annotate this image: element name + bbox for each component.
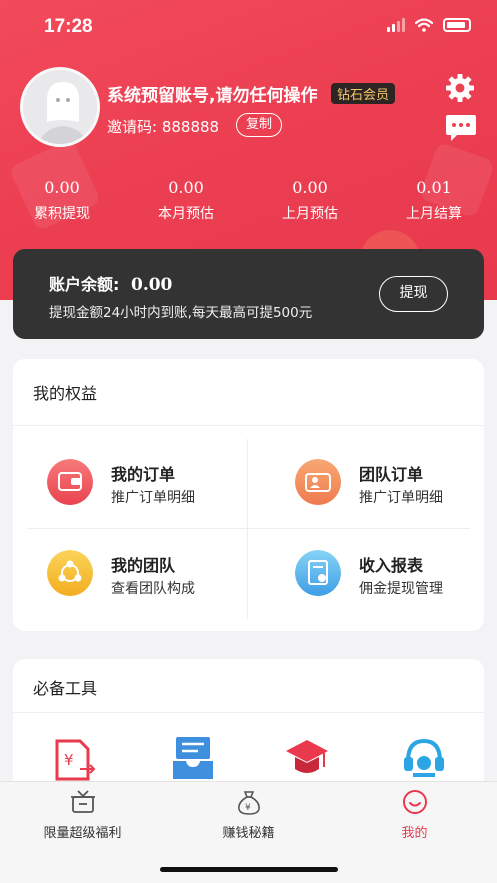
- divider: [13, 425, 484, 426]
- team-order-icon: [295, 459, 341, 505]
- wallet-icon: [47, 459, 93, 505]
- stat-value: 0.01: [416, 178, 452, 197]
- tab-label: 限量超级福利: [43, 826, 122, 841]
- stat-last-month-settled[interactable]: 0.01 上月结算: [384, 178, 484, 223]
- stats-row: 0.00 累积提现 0.00 本月预估 0.00 上月预估 0.01 上月结算: [0, 178, 497, 238]
- benefit-title: 我的订单: [111, 465, 176, 484]
- benefit-subtitle: 佣金提现管理: [359, 581, 443, 597]
- inbox-icon[interactable]: [170, 735, 216, 781]
- benefit-subtitle: 推广订单明细: [359, 490, 443, 506]
- user-name: 系统预留账号,请勿任何操作: [107, 86, 318, 106]
- status-time: 17:28: [44, 16, 93, 37]
- graduation-cap-icon[interactable]: [284, 735, 330, 781]
- balance-amount: 0.00: [130, 275, 173, 295]
- invite-code: 邀请码: 888888: [107, 118, 220, 136]
- stat-total-withdrawn[interactable]: 0.00 累积提现: [12, 178, 112, 223]
- stat-label: 累积提现: [34, 206, 90, 222]
- battery-icon: [443, 18, 471, 32]
- stat-value: 0.00: [292, 178, 328, 197]
- benefit-my-orders[interactable]: 我的订单 推广订单明细: [27, 437, 247, 527]
- benefit-subtitle: 推广订单明细: [111, 490, 195, 506]
- copy-button[interactable]: 复制: [236, 113, 283, 137]
- income-doc-icon[interactable]: ¥: [52, 735, 98, 781]
- tab-mine[interactable]: 我的: [332, 782, 497, 842]
- vip-badge: 钻石会员: [331, 83, 396, 104]
- benefit-team-orders[interactable]: 团队订单 推广订单明细: [275, 437, 495, 527]
- tab-money-tips[interactable]: ¥ 赚钱秘籍: [166, 782, 331, 842]
- svg-text:¥: ¥: [245, 803, 251, 813]
- divider: [247, 439, 248, 619]
- divider: [13, 712, 484, 713]
- stat-label: 上月结算: [406, 206, 462, 222]
- team-icon: [47, 550, 93, 596]
- wifi-icon: [415, 18, 433, 32]
- benefit-my-team[interactable]: 我的团队 查看团队构成: [27, 528, 247, 618]
- balance-label: 账户余额: 0.00: [49, 271, 172, 295]
- headset-icon[interactable]: [401, 735, 447, 781]
- report-icon: [295, 550, 341, 596]
- tab-label: 赚钱秘籍: [222, 826, 275, 841]
- tab-welfare[interactable]: 限量超级福利: [0, 782, 165, 842]
- benefits-card: 我的权益 我的订单 推广订单明细 团队订单 推广订单明细 我的团队 查看团队构成…: [13, 359, 484, 631]
- stat-label: 本月预估: [158, 206, 214, 222]
- stat-value: 0.00: [44, 178, 80, 197]
- benefit-subtitle: 查看团队构成: [111, 581, 195, 597]
- gear-icon[interactable]: [444, 72, 476, 104]
- stat-last-month-estimate[interactable]: 0.00 上月预估: [260, 178, 360, 223]
- benefit-income-report[interactable]: 收入报表 佣金提现管理: [275, 528, 495, 618]
- message-icon[interactable]: [445, 113, 477, 143]
- withdraw-button[interactable]: 提现: [379, 276, 448, 312]
- smile-icon: [402, 790, 427, 814]
- balance-label-text: 账户余额:: [49, 275, 120, 294]
- stat-month-estimate[interactable]: 0.00 本月预估: [136, 178, 236, 223]
- balance-description: 提现金额24小时内到账,每天最高可提500元: [49, 305, 313, 321]
- avatar[interactable]: [20, 67, 100, 147]
- stat-value: 0.00: [168, 178, 204, 197]
- svg-text:¥: ¥: [64, 751, 74, 769]
- money-bag-icon: ¥: [237, 791, 260, 815]
- benefit-title: 我的团队: [111, 556, 176, 575]
- tools-title: 必备工具: [33, 679, 98, 698]
- status-icons: [387, 18, 471, 32]
- gift-box-icon: [70, 790, 95, 813]
- balance-card: 账户余额: 0.00 提现金额24小时内到账,每天最高可提500元 提现: [13, 249, 484, 339]
- benefits-title: 我的权益: [33, 384, 98, 403]
- home-indicator: [160, 867, 338, 872]
- benefit-title: 团队订单: [359, 465, 424, 484]
- stat-label: 上月预估: [282, 206, 338, 222]
- tab-label: 我的: [401, 826, 428, 841]
- status-bar: 17:28: [0, 0, 497, 54]
- benefit-title: 收入报表: [359, 556, 424, 575]
- signal-icon: [387, 18, 405, 32]
